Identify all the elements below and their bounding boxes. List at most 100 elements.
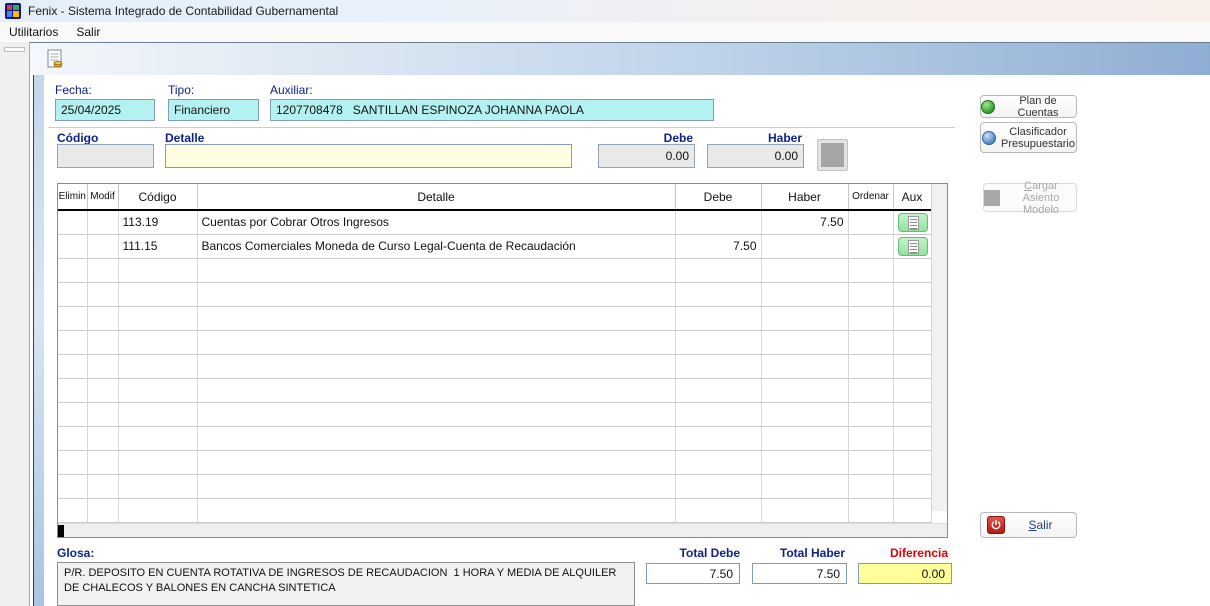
cell-empty[interactable] bbox=[761, 354, 848, 378]
cell-empty[interactable] bbox=[761, 378, 848, 402]
cell-empty[interactable] bbox=[118, 450, 197, 474]
cell-empty[interactable] bbox=[675, 354, 761, 378]
cell-empty[interactable] bbox=[675, 402, 761, 426]
cell-empty[interactable] bbox=[893, 282, 931, 306]
cell-empty[interactable] bbox=[118, 474, 197, 498]
cell-codigo[interactable]: 111.15 bbox=[118, 234, 197, 258]
codigo-input[interactable] bbox=[57, 144, 154, 168]
cell-empty[interactable] bbox=[118, 258, 197, 282]
cell-empty[interactable] bbox=[893, 354, 931, 378]
cell-empty[interactable] bbox=[893, 306, 931, 330]
cell-empty[interactable] bbox=[87, 450, 118, 474]
cell-empty[interactable] bbox=[87, 282, 118, 306]
cargar-asiento-modelo-button[interactable]: Cargar Asiento Modelo bbox=[983, 183, 1077, 212]
debe-input[interactable]: 0.00 bbox=[598, 144, 695, 168]
new-entry-document-icon[interactable] bbox=[43, 48, 67, 72]
plan-de-cuentas-button[interactable]: Plan de Cuentas bbox=[980, 95, 1077, 118]
cell-empty[interactable] bbox=[761, 282, 848, 306]
tipo-input[interactable]: Financiero bbox=[168, 99, 259, 121]
cell-empty[interactable] bbox=[848, 450, 893, 474]
cell-empty[interactable] bbox=[675, 282, 761, 306]
cell-empty[interactable] bbox=[675, 498, 761, 522]
cell-empty[interactable] bbox=[675, 378, 761, 402]
cell-empty[interactable] bbox=[58, 426, 87, 450]
glosa-textarea[interactable]: P/R. DEPOSITO EN CUENTA ROTATIVA DE INGR… bbox=[57, 562, 635, 606]
vertical-scrollbar[interactable] bbox=[931, 184, 947, 511]
cell-empty[interactable] bbox=[58, 306, 87, 330]
cell-empty[interactable] bbox=[118, 282, 197, 306]
salir-button[interactable]: Salir bbox=[980, 512, 1077, 538]
cell-empty[interactable] bbox=[893, 402, 931, 426]
cell-empty[interactable] bbox=[675, 426, 761, 450]
cell-elimin[interactable] bbox=[58, 234, 87, 258]
cell-empty[interactable] bbox=[118, 354, 197, 378]
cell-empty[interactable] bbox=[58, 498, 87, 522]
cell-empty[interactable] bbox=[197, 498, 675, 522]
cell-debe[interactable]: 7.50 bbox=[675, 234, 761, 258]
aux-detail-button[interactable] bbox=[898, 237, 928, 256]
cell-empty[interactable] bbox=[58, 402, 87, 426]
cell-empty[interactable] bbox=[58, 450, 87, 474]
menu-salir[interactable]: Salir bbox=[67, 23, 109, 41]
cell-empty[interactable] bbox=[87, 330, 118, 354]
cell-empty[interactable] bbox=[893, 498, 931, 522]
cell-empty[interactable] bbox=[893, 258, 931, 282]
cell-empty[interactable] bbox=[197, 354, 675, 378]
cell-empty[interactable] bbox=[893, 426, 931, 450]
cell-empty[interactable] bbox=[87, 426, 118, 450]
cell-empty[interactable] bbox=[87, 402, 118, 426]
cell-elimin[interactable] bbox=[58, 210, 87, 234]
cell-empty[interactable] bbox=[118, 426, 197, 450]
menu-utilitarios[interactable]: Utilitarios bbox=[0, 23, 67, 41]
clasificador-presupuestario-button[interactable]: Clasificador Presupuestario bbox=[980, 122, 1077, 153]
cell-empty[interactable] bbox=[197, 402, 675, 426]
cell-modif[interactable] bbox=[87, 234, 118, 258]
cell-empty[interactable] bbox=[118, 402, 197, 426]
cell-haber[interactable]: 7.50 bbox=[761, 210, 848, 234]
cell-empty[interactable] bbox=[675, 306, 761, 330]
cell-empty[interactable] bbox=[675, 474, 761, 498]
cell-empty[interactable] bbox=[761, 498, 848, 522]
cell-empty[interactable] bbox=[87, 258, 118, 282]
add-line-button[interactable] bbox=[817, 139, 848, 171]
cell-empty[interactable] bbox=[848, 426, 893, 450]
cell-empty[interactable] bbox=[197, 378, 675, 402]
horizontal-scrollbar-thumb[interactable] bbox=[58, 525, 64, 537]
cell-empty[interactable] bbox=[58, 378, 87, 402]
cell-empty[interactable] bbox=[87, 378, 118, 402]
cell-debe[interactable] bbox=[675, 210, 761, 234]
cell-empty[interactable] bbox=[848, 282, 893, 306]
cell-empty[interactable] bbox=[118, 306, 197, 330]
cell-empty[interactable] bbox=[761, 330, 848, 354]
cell-ordenar[interactable] bbox=[848, 234, 893, 258]
cell-empty[interactable] bbox=[761, 402, 848, 426]
cell-empty[interactable] bbox=[893, 474, 931, 498]
cell-ordenar[interactable] bbox=[848, 210, 893, 234]
cell-detalle[interactable]: Bancos Comerciales Moneda de Curso Legal… bbox=[197, 234, 675, 258]
cell-empty[interactable] bbox=[87, 354, 118, 378]
cell-empty[interactable] bbox=[848, 306, 893, 330]
cell-empty[interactable] bbox=[848, 498, 893, 522]
cell-empty[interactable] bbox=[848, 258, 893, 282]
cell-modif[interactable] bbox=[87, 210, 118, 234]
cell-empty[interactable] bbox=[87, 306, 118, 330]
aux-detail-button[interactable] bbox=[898, 213, 928, 232]
cell-codigo[interactable]: 113.19 bbox=[118, 210, 197, 234]
cell-empty[interactable] bbox=[675, 258, 761, 282]
cell-empty[interactable] bbox=[675, 450, 761, 474]
cell-empty[interactable] bbox=[197, 258, 675, 282]
cell-empty[interactable] bbox=[848, 330, 893, 354]
horizontal-scrollbar[interactable] bbox=[58, 523, 947, 537]
cell-empty[interactable] bbox=[118, 378, 197, 402]
cell-empty[interactable] bbox=[675, 330, 761, 354]
cell-detalle[interactable]: Cuentas por Cobrar Otros Ingresos bbox=[197, 210, 675, 234]
cell-empty[interactable] bbox=[848, 402, 893, 426]
cell-empty[interactable] bbox=[197, 474, 675, 498]
fecha-input[interactable]: 25/04/2025 bbox=[55, 99, 155, 121]
cell-empty[interactable] bbox=[58, 330, 87, 354]
cell-empty[interactable] bbox=[893, 330, 931, 354]
cell-empty[interactable] bbox=[197, 450, 675, 474]
cell-empty[interactable] bbox=[58, 354, 87, 378]
cell-empty[interactable] bbox=[848, 378, 893, 402]
cell-empty[interactable] bbox=[197, 330, 675, 354]
